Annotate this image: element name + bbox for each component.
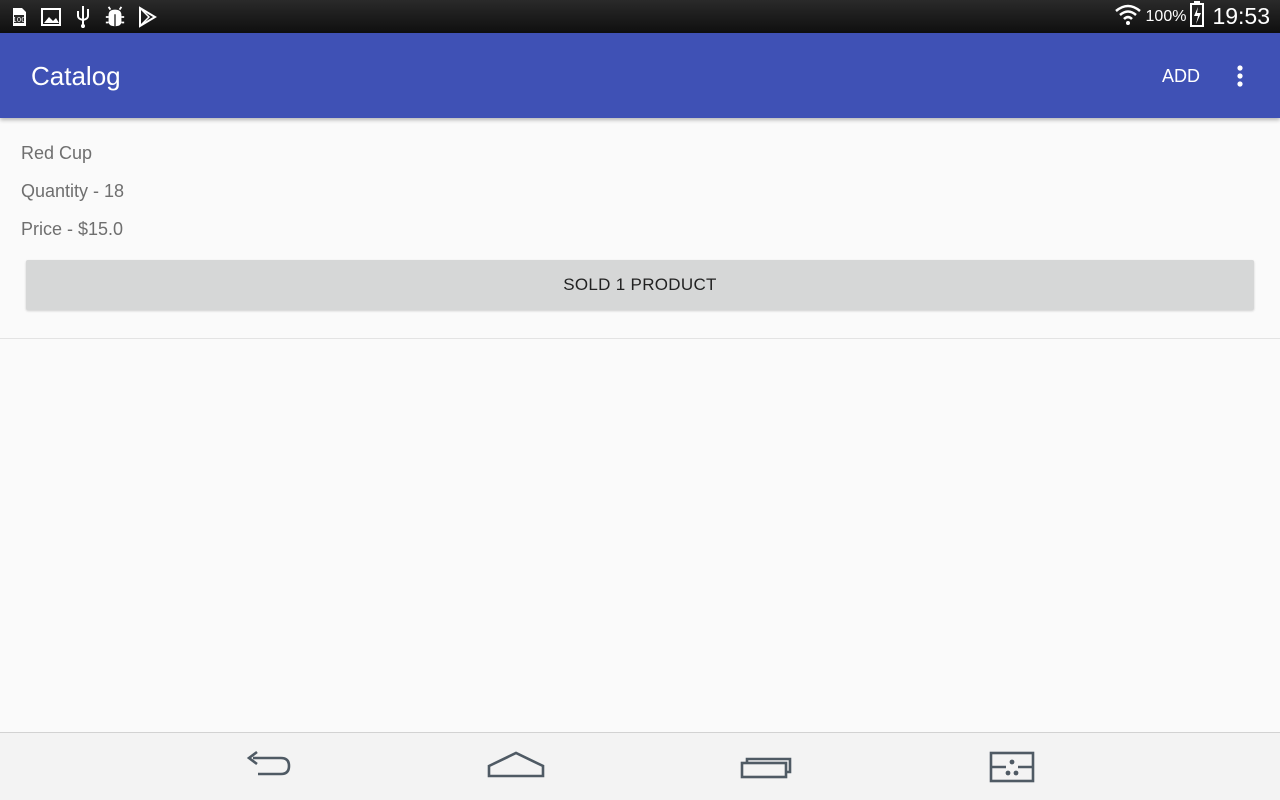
recent-apps-icon[interactable]: [731, 745, 801, 789]
add-button[interactable]: ADD: [1152, 61, 1210, 91]
navigation-bar: [0, 732, 1280, 800]
product-price: Price - $15.0: [21, 219, 124, 239]
battery-percent: 100%: [1145, 7, 1187, 25]
screen: 100 100% 19:53 Catalog ADD Red Cup Quant…: [0, 0, 1280, 800]
list-item[interactable]: Red Cup Quantity - 18 Price - $15.0 SOLD…: [0, 118, 1280, 339]
gallery-icon: [40, 6, 62, 28]
sold-one-product-button[interactable]: SOLD 1 PRODUCT: [26, 260, 1254, 310]
app-bar: Catalog ADD: [0, 33, 1280, 118]
app-title: Catalog: [31, 61, 121, 91]
product-list: Red Cup Quantity - 18 Price - $15.0 SOLD…: [0, 118, 1280, 339]
system-status: 100% 19:53: [1114, 0, 1270, 33]
more-vert-icon[interactable]: [1226, 59, 1254, 93]
wifi-icon: [1114, 2, 1142, 31]
clock: 19:53: [1212, 3, 1270, 29]
product-quantity: Quantity - 18: [21, 181, 125, 201]
usb-icon: [72, 6, 94, 28]
svg-text:100: 100: [12, 16, 25, 24]
product-name: Red Cup: [21, 143, 93, 163]
notification-icons: 100: [8, 4, 158, 30]
play-store-icon: [136, 6, 158, 28]
status-bar: 100 100% 19:53: [0, 0, 1280, 33]
qslide-icon[interactable]: [977, 745, 1047, 789]
back-icon[interactable]: [232, 745, 302, 789]
storage-100-icon: 100: [8, 6, 30, 28]
android-debug-icon: [104, 6, 126, 28]
home-icon[interactable]: [481, 745, 551, 789]
battery-charging-icon: [1190, 1, 1205, 32]
